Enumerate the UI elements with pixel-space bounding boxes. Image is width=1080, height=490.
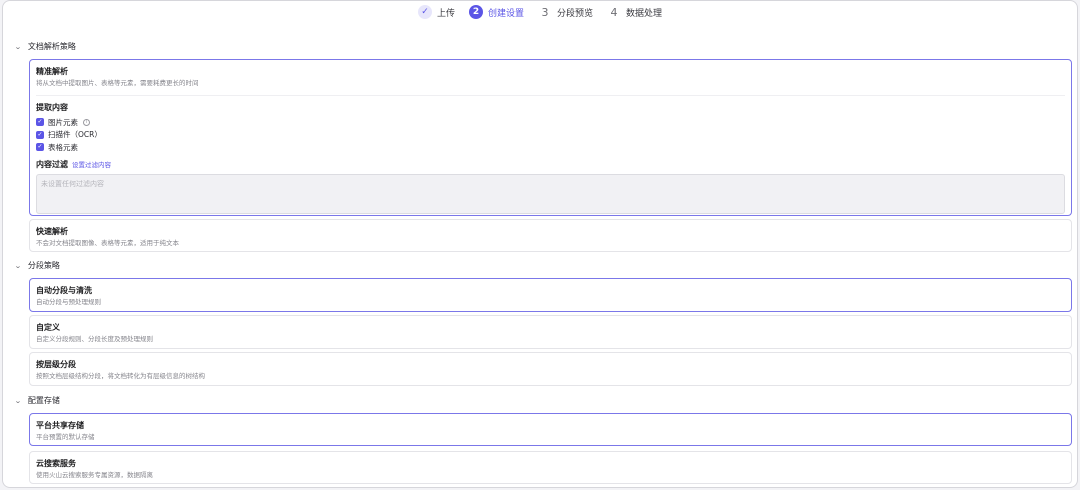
checkbox-label: 图片元素 <box>48 117 78 127</box>
option-title: 按层级分段 <box>36 360 76 369</box>
checkbox-ocr[interactable]: ✓ 扫描件（OCR） <box>36 129 1065 142</box>
divider <box>36 95 1065 96</box>
option-title: 精准解析 <box>36 67 68 76</box>
option-description: 不会对文档提取图像、表格等元素，适用于纯文本 <box>36 239 179 247</box>
step-segment-preview[interactable]: 3 分段预览 <box>538 5 594 19</box>
option-description: 将从文档中提取图片、表格等元素，需要耗费更长的时间 <box>36 79 199 87</box>
section-parsing-toggle[interactable]: ⌄ 文档解析策略 <box>14 41 76 52</box>
option-title: 云搜索服务 <box>36 459 76 468</box>
checkbox-checked-icon[interactable]: ✓ <box>36 118 44 127</box>
filter-content-field[interactable]: 未设置任何过滤内容 <box>36 173 1065 214</box>
option-title: 自定义 <box>36 323 60 332</box>
section-title: 文档解析策略 <box>27 42 76 51</box>
step-label: 创建设置 <box>487 8 524 19</box>
checkbox-checked-icon[interactable]: ✓ <box>36 130 44 139</box>
option-description: 自动分段与预处理规则 <box>36 298 101 306</box>
check-icon: ✓ <box>417 5 432 19</box>
progress-stepper: ✓ 上传 2 创建设置 3 分段预览 4 数据处理 <box>3 3 1077 21</box>
chevron-down-icon: ⌄ <box>14 261 22 270</box>
step-label: 上传 <box>436 8 455 19</box>
option-custom-segment[interactable]: 自定义 自定义分段规则、分段长度及预处理规则 <box>29 315 1072 349</box>
section-storage-toggle[interactable]: ⌄ 配置存储 <box>14 395 60 406</box>
extract-content-title: 提取内容 <box>36 103 68 112</box>
section-title: 分段策略 <box>27 261 60 270</box>
checkbox-label: 扫描件（OCR） <box>48 130 102 140</box>
step-number: 2 <box>468 5 483 19</box>
content-filter-label: 内容过滤 <box>36 159 68 169</box>
step-create-settings[interactable]: 2 创建设置 <box>468 5 524 19</box>
checkbox-image-elements[interactable]: ✓ 图片元素 i <box>36 116 1065 129</box>
option-description: 平台预置的默认存储 <box>36 433 95 441</box>
step-upload[interactable]: ✓ 上传 <box>417 5 455 19</box>
step-label: 数据处理 <box>626 8 663 19</box>
section-title: 配置存储 <box>27 396 60 405</box>
option-cloud-search[interactable]: 云搜索服务 使用火山云搜索服务专属资源，数据隔离 <box>29 451 1072 484</box>
checkbox-table-elements[interactable]: ✓ 表格元素 <box>36 141 1065 154</box>
step-number: 4 <box>610 5 618 19</box>
option-description: 使用火山云搜索服务专属资源，数据隔离 <box>36 471 153 479</box>
option-description: 自定义分段规则、分段长度及预处理规则 <box>36 335 153 343</box>
step-number: 3 <box>541 5 549 19</box>
set-filter-link[interactable]: 设置过滤内容 <box>72 159 111 169</box>
option-title: 自动分段与清洗 <box>36 286 92 295</box>
chevron-down-icon: ⌄ <box>14 42 22 51</box>
option-auto-segment[interactable]: 自动分段与清洗 自动分段与预处理规则 <box>29 278 1072 312</box>
create-settings-panel: ✓ 上传 2 创建设置 3 分段预览 4 数据处理 ⌄ 文档解析策略 精准解析 … <box>2 0 1078 488</box>
checkbox-label: 表格元素 <box>48 142 78 152</box>
option-platform-storage[interactable]: 平台共享存储 平台预置的默认存储 <box>29 413 1072 446</box>
option-hierarchical-segment[interactable]: 按层级分段 按照文档层级结构分段，将文档转化为有层级信息的树结构 <box>29 352 1072 386</box>
option-precise-parsing[interactable]: 精准解析 将从文档中提取图片、表格等元素，需要耗费更长的时间 提取内容 ✓ 图片… <box>29 59 1072 216</box>
checkbox-checked-icon[interactable]: ✓ <box>36 143 44 152</box>
section-segmentation-toggle[interactable]: ⌄ 分段策略 <box>14 260 60 271</box>
option-title: 平台共享存储 <box>36 421 84 430</box>
option-title: 快速解析 <box>36 227 68 236</box>
chevron-down-icon: ⌄ <box>14 396 22 405</box>
info-icon[interactable]: i <box>83 118 90 126</box>
option-fast-parsing[interactable]: 快速解析 不会对文档提取图像、表格等元素，适用于纯文本 <box>29 219 1072 252</box>
step-data-processing[interactable]: 4 数据处理 <box>607 5 663 19</box>
option-description: 按照文档层级结构分段，将文档转化为有层级信息的树结构 <box>36 372 205 380</box>
step-label: 分段预览 <box>557 8 594 19</box>
